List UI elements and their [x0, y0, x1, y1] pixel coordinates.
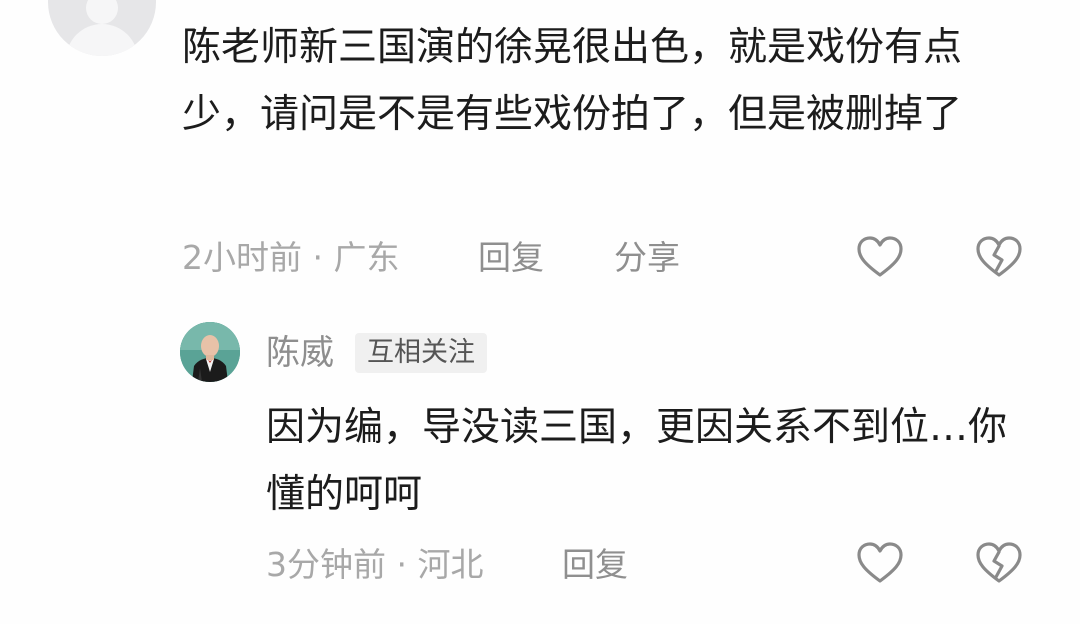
- default-user-icon: [86, 0, 118, 24]
- reply-author-name[interactable]: 陈威: [266, 330, 334, 376]
- reply-time-location: 3分钟前 · 河北: [266, 545, 484, 584]
- default-user-shoulders: [66, 24, 138, 56]
- commenter-avatar[interactable]: [48, 0, 156, 56]
- reply-text: 因为编，导没读三国，更因关系不到位…你懂的呵呵: [266, 405, 1008, 517]
- comment-text: 陈老师新三国演的徐晃很出色，就是戏份有点少，请问是不是有些戏份拍了，但是被删掉了: [182, 25, 963, 137]
- broken-heart-icon[interactable]: [974, 233, 1024, 283]
- comment-time-location: 2小时前 · 广东: [182, 238, 400, 277]
- heart-outline-icon[interactable]: [855, 539, 905, 589]
- heart-outline-icon[interactable]: [855, 233, 905, 283]
- share-button[interactable]: 分享: [614, 236, 680, 280]
- broken-heart-icon[interactable]: [974, 539, 1024, 589]
- comment-meta-row: 2小时前 · 广东 回复 分享: [182, 236, 742, 280]
- reply-author-avatar[interactable]: [180, 322, 240, 382]
- mutual-follow-badge: 互相关注: [355, 333, 487, 373]
- person-photo-icon: [180, 322, 240, 382]
- reply-reply-button[interactable]: 回复: [562, 543, 628, 587]
- reply-button[interactable]: 回复: [478, 236, 544, 280]
- reply-meta-row: 3分钟前 · 河北 回复: [266, 543, 686, 587]
